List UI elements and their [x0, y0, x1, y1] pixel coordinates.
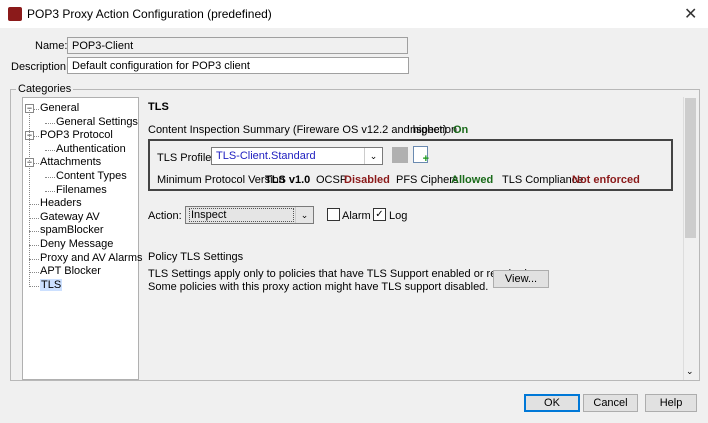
action-select[interactable]: Inspect ⌄: [185, 206, 314, 224]
tree-item[interactable]: Filenames: [56, 184, 107, 196]
close-icon[interactable]: ✕: [684, 4, 697, 24]
tree-item-label: POP3 Protocol: [40, 129, 113, 142]
tree-item[interactable]: Proxy and AV Alarms: [40, 252, 143, 264]
tree-item-label: General Settings: [56, 115, 138, 128]
ocsp-value: Disabled: [344, 174, 390, 186]
log-label: Log: [389, 210, 408, 222]
tree-item-label: Gateway AV: [40, 210, 100, 223]
action-label: Action:: [148, 210, 182, 222]
tree-connector: [29, 217, 39, 219]
tree-item[interactable]: Attachments: [40, 156, 101, 168]
tls-profile-label: TLS Profile:: [157, 152, 215, 164]
tls-profile-value: TLS-Client.Standard: [216, 150, 316, 162]
tree-connector: [29, 285, 39, 287]
tree-item[interactable]: Authentication: [56, 143, 126, 155]
tree-item[interactable]: Headers: [40, 197, 82, 209]
ocsp-label: OCSP: [316, 174, 348, 186]
tls-profile-select[interactable]: TLS-Client.Standard ⌄: [211, 147, 383, 165]
action-value: Inspect: [189, 208, 294, 222]
description-field[interactable]: Default configuration for POP3 client: [67, 57, 409, 74]
category-tree[interactable]: General − General Settings POP3 Protocol − Au…: [22, 97, 143, 380]
tree-connector: [29, 258, 39, 260]
categories-label: Categories: [16, 83, 74, 95]
title-bar: POP3 Proxy Action Configuration (predefi…: [0, 0, 708, 28]
tree-connector: [29, 204, 39, 206]
add-profile-icon[interactable]: +: [413, 146, 429, 165]
tree-item-label: Content Types: [56, 170, 127, 182]
tree-trunk: [29, 108, 30, 287]
tree-item-label: General: [40, 102, 80, 114]
tree-item-label: APT Blocker: [40, 265, 101, 278]
scroll-down-icon[interactable]: ⌄: [686, 366, 694, 377]
app-icon: [8, 7, 22, 21]
view-button[interactable]: View...: [493, 270, 549, 288]
inspection-value: On: [453, 124, 469, 136]
tree-item[interactable]: General Settings: [56, 116, 138, 128]
pfs-value: Allowed: [451, 174, 494, 186]
policy-tls-text-1: TLS Settings apply only to policies that…: [148, 268, 530, 280]
pfs-label: PFS Ciphers: [396, 174, 459, 186]
tree-item[interactable]: APT Blocker: [40, 265, 101, 277]
help-button[interactable]: Help: [645, 394, 697, 412]
summary-label: Content Inspection Summary (Fireware OS …: [148, 124, 447, 136]
tree-item[interactable]: POP3 Protocol: [40, 129, 113, 141]
log-checkbox[interactable]: ✓: [373, 208, 386, 221]
inspection-label: Inspection: [407, 124, 458, 136]
tree-connector: [29, 231, 39, 233]
scrollbar-thumb[interactable]: [685, 98, 696, 238]
min-protocol-value: TLS v1.0: [265, 174, 311, 186]
compliance-value: Not enforced: [572, 174, 640, 186]
window-title: POP3 Proxy Action Configuration (predefi…: [27, 7, 272, 21]
tree-item[interactable]: Content Types: [56, 170, 127, 182]
policy-tls-text-2: Some policies with this proxy action mig…: [148, 281, 489, 293]
chevron-down-icon: ⌄: [295, 207, 313, 223]
tree-item-label: Headers: [40, 197, 82, 210]
tree-item[interactable]: Deny Message: [40, 238, 113, 250]
tree-item-label: Filenames: [56, 183, 107, 196]
cancel-button[interactable]: Cancel: [583, 394, 638, 412]
name-label: Name:: [35, 40, 68, 52]
tree-item-label: Attachments: [40, 156, 102, 169]
ok-button[interactable]: OK: [524, 394, 580, 412]
tree-item[interactable]: spamBlocker: [40, 224, 104, 236]
tree-item-label: spamBlocker: [40, 224, 104, 237]
policy-tls-heading: Policy TLS Settings: [148, 251, 244, 263]
tree-item-label: Authentication: [56, 142, 126, 155]
section-heading: TLS: [148, 101, 169, 113]
tree-item[interactable]: General: [40, 102, 79, 114]
tree-connector: [45, 177, 55, 178]
name-field[interactable]: POP3-Client: [67, 37, 408, 54]
edit-profile-icon[interactable]: [392, 147, 408, 163]
tree-item-label: TLS: [40, 278, 63, 291]
chevron-down-icon: ⌄: [364, 148, 382, 164]
description-label: Description:: [11, 61, 70, 73]
tree-connector: [45, 149, 55, 151]
tree-connector: [29, 245, 39, 246]
tree-connector: [29, 272, 39, 274]
tree-item[interactable]: Gateway AV: [40, 211, 100, 223]
tree-item-label: Proxy and AV Alarms: [40, 251, 143, 264]
tree-item[interactable]: TLS: [40, 278, 63, 291]
tree-connector: [45, 122, 55, 124]
tree-item-label: Deny Message: [40, 238, 114, 250]
alarm-checkbox[interactable]: [327, 208, 340, 221]
alarm-label: Alarm: [342, 210, 371, 222]
tree-connector: [45, 190, 55, 192]
